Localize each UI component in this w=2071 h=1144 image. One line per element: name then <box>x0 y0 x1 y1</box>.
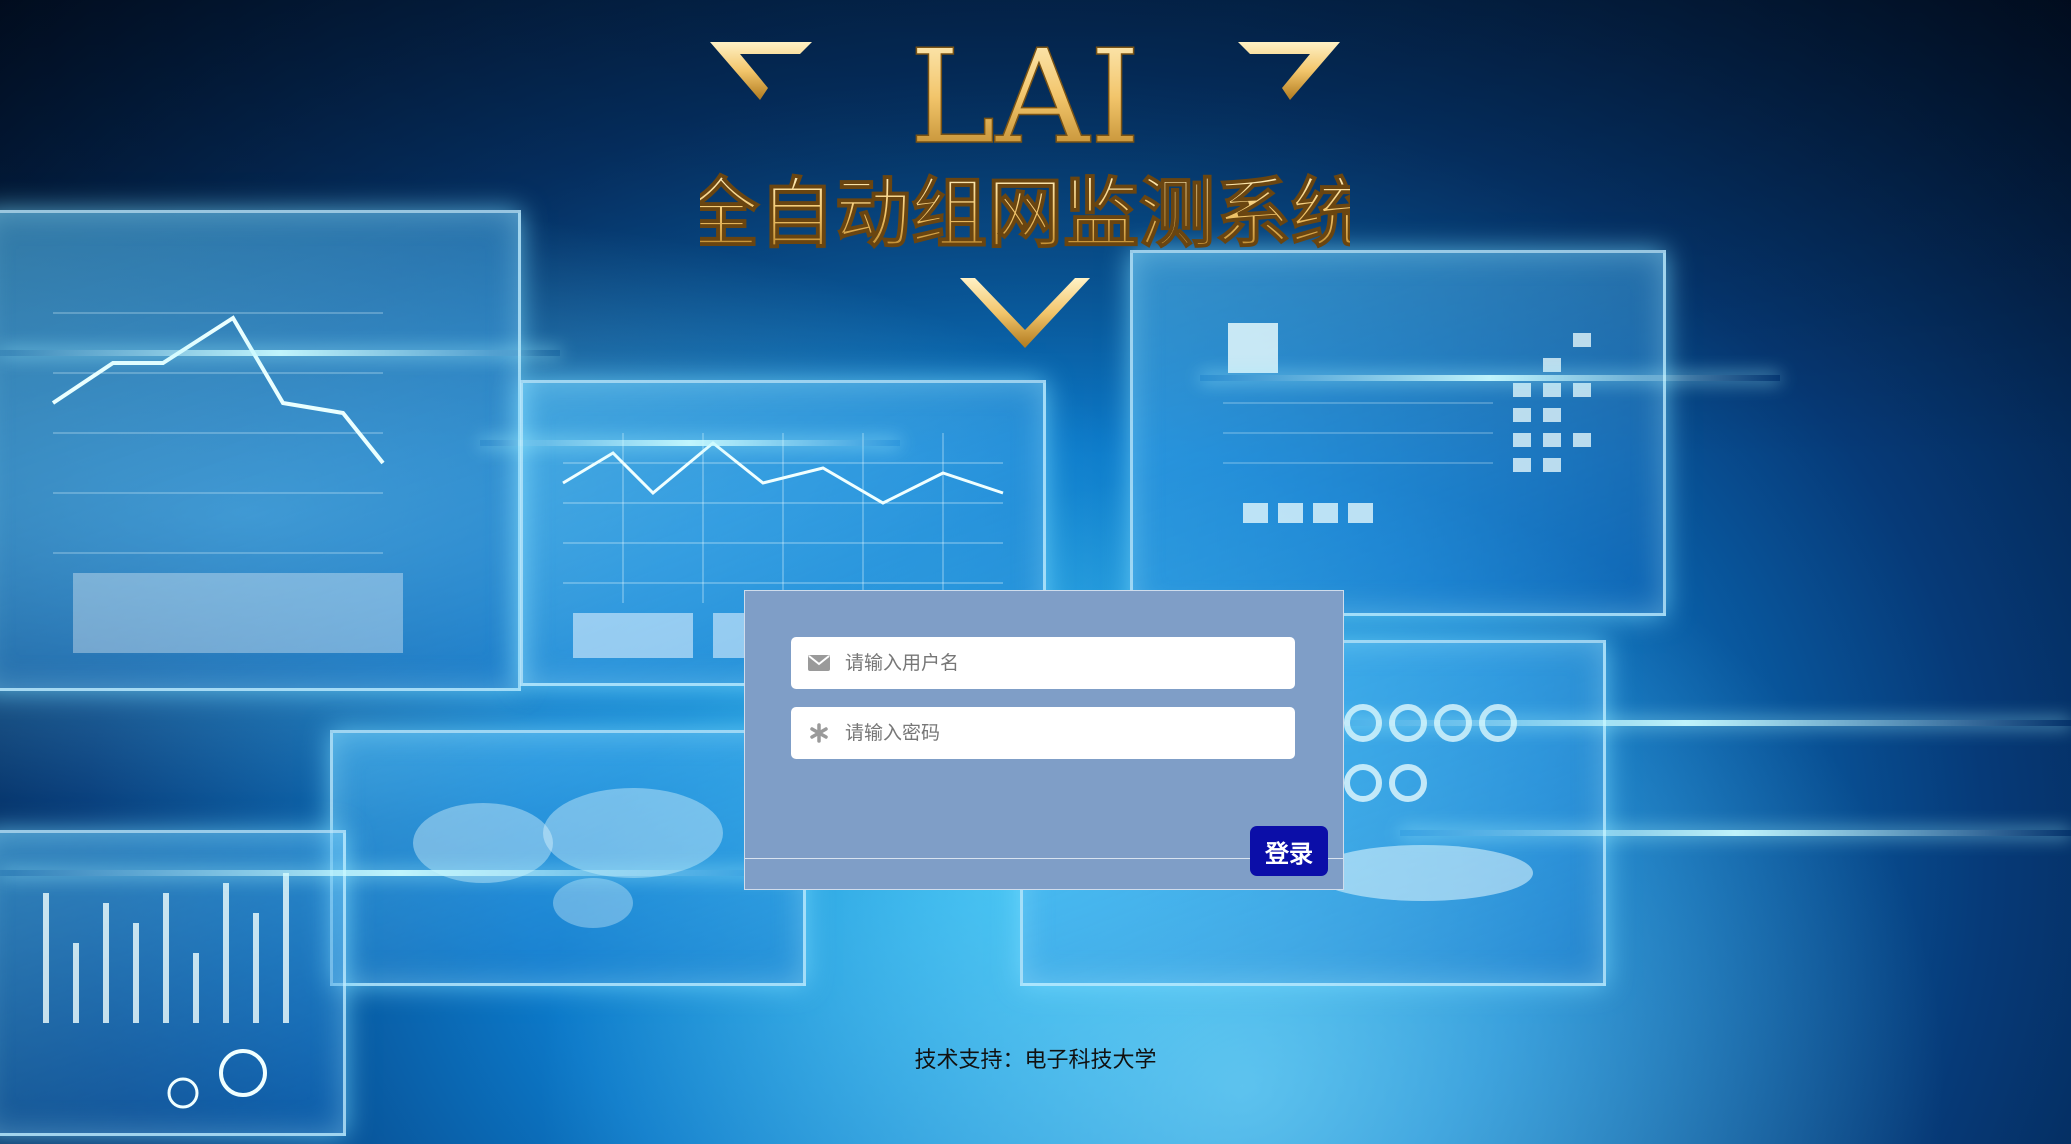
decorative-chart-panel-left <box>0 210 521 691</box>
down-chevron-icon <box>960 278 1090 348</box>
decorative-world-panel <box>330 730 806 986</box>
username-field <box>791 637 1295 689</box>
world-graphic <box>413 788 723 928</box>
envelope-icon <box>799 637 839 689</box>
password-input[interactable] <box>839 709 1291 757</box>
username-input[interactable] <box>839 639 1291 687</box>
light-streak <box>1300 720 2071 726</box>
right-chevron-icon <box>1238 42 1340 100</box>
login-button[interactable]: 登录 <box>1250 826 1328 876</box>
light-streak <box>1200 375 1780 381</box>
system-title: 全自动组网监测系统 <box>700 169 1350 258</box>
password-field <box>791 707 1295 759</box>
asterisk-icon <box>799 707 839 759</box>
left-chevron-icon <box>710 42 812 100</box>
login-form: 登录 <box>744 590 1344 890</box>
light-streak <box>1400 830 2071 836</box>
system-logo: LAI 全自动组网监测系统 <box>681 20 1368 350</box>
light-streak <box>0 870 800 876</box>
line-chart-graphic <box>51 312 403 653</box>
light-streak <box>480 440 900 446</box>
logo-graphic: LAI 全自动组网监测系统 <box>681 20 1368 348</box>
tech-support-footer: 技术支持：电子科技大学 <box>914 1048 1157 1073</box>
bar-graphic <box>43 873 289 1109</box>
light-streak <box>0 350 560 356</box>
logo-text: LAI <box>909 30 1141 173</box>
